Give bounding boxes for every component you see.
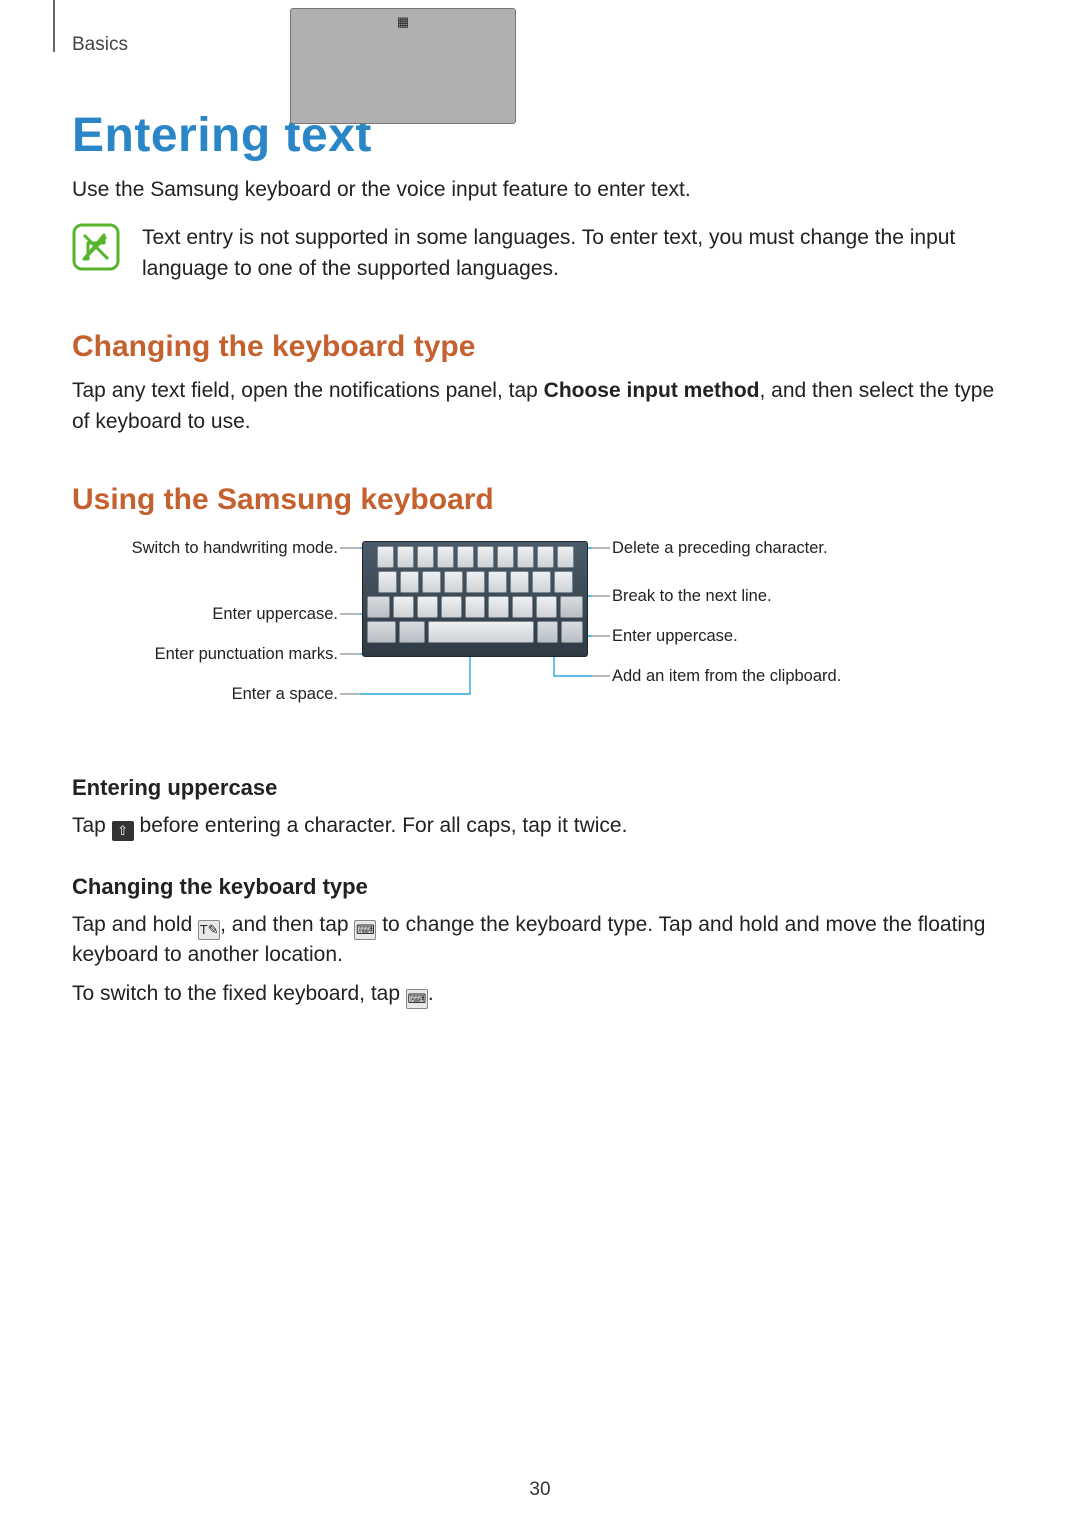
- sym-key-icon: [367, 621, 396, 643]
- fixed-keyboard-icon: ⌨: [406, 989, 428, 1009]
- handwriting-key-icon: [399, 621, 425, 643]
- shift-key-icon: [367, 596, 390, 618]
- changing-type-p1: Tap and hold T✎, and then tap ⌨ to chang…: [72, 910, 1008, 971]
- clipboard-key-icon: [561, 621, 583, 643]
- keyboard-drag-icon: ▦: [290, 8, 516, 124]
- keyboard-diagram: Switch to handwriting mode. Enter upperc…: [72, 533, 1008, 743]
- note-icon: [72, 223, 120, 271]
- ch-p1a: Tap and hold: [72, 913, 198, 936]
- subhead-changing-type: Changing the keyboard type: [72, 874, 1008, 900]
- subhead-entering-uppercase: Entering uppercase: [72, 775, 1008, 801]
- section-changing-type: Changing the keyboard type: [72, 330, 1008, 364]
- page-title: Entering text: [72, 108, 1008, 163]
- upper-before: Tap: [72, 814, 112, 837]
- page-number: 30: [0, 1479, 1080, 1501]
- breadcrumb: Basics: [72, 34, 128, 56]
- backspace-key-icon: [560, 596, 583, 618]
- changing-type-p2: To switch to the fixed keyboard, tap ⌨.: [72, 979, 1008, 1009]
- ch-p1c: to change the keyboard type. Tap and hol…: [376, 913, 784, 936]
- changing-before: Tap any text field, open the notificatio…: [72, 379, 544, 402]
- shift-icon: ⇧: [112, 821, 134, 841]
- punct-key-icon: [537, 621, 559, 643]
- ch-p1b: , and then tap: [220, 913, 354, 936]
- space-key-icon: [428, 621, 534, 643]
- section-using-keyboard: Using the Samsung keyboard: [72, 483, 1008, 517]
- keyboard-image: [362, 541, 588, 657]
- upper-after: before entering a character. For all cap…: [134, 814, 628, 837]
- t-pen-icon: T✎: [198, 920, 220, 940]
- choose-input-bold: Choose input method: [544, 379, 760, 402]
- ch-p2a: To switch to the fixed keyboard, tap: [72, 982, 406, 1005]
- uppercase-text: Tap ⇧ before entering a character. For a…: [72, 811, 1008, 841]
- floating-keyboard-icon: ⌨: [354, 920, 376, 940]
- intro-text: Use the Samsung keyboard or the voice in…: [72, 175, 1008, 205]
- note-text: Text entry is not supported in some lang…: [142, 223, 1008, 284]
- changing-type-text: Tap any text field, open the notificatio…: [72, 376, 1008, 437]
- header-divider: [53, 0, 55, 52]
- note-block: Text entry is not supported in some lang…: [72, 223, 1008, 284]
- ch-p2b: .: [428, 982, 434, 1005]
